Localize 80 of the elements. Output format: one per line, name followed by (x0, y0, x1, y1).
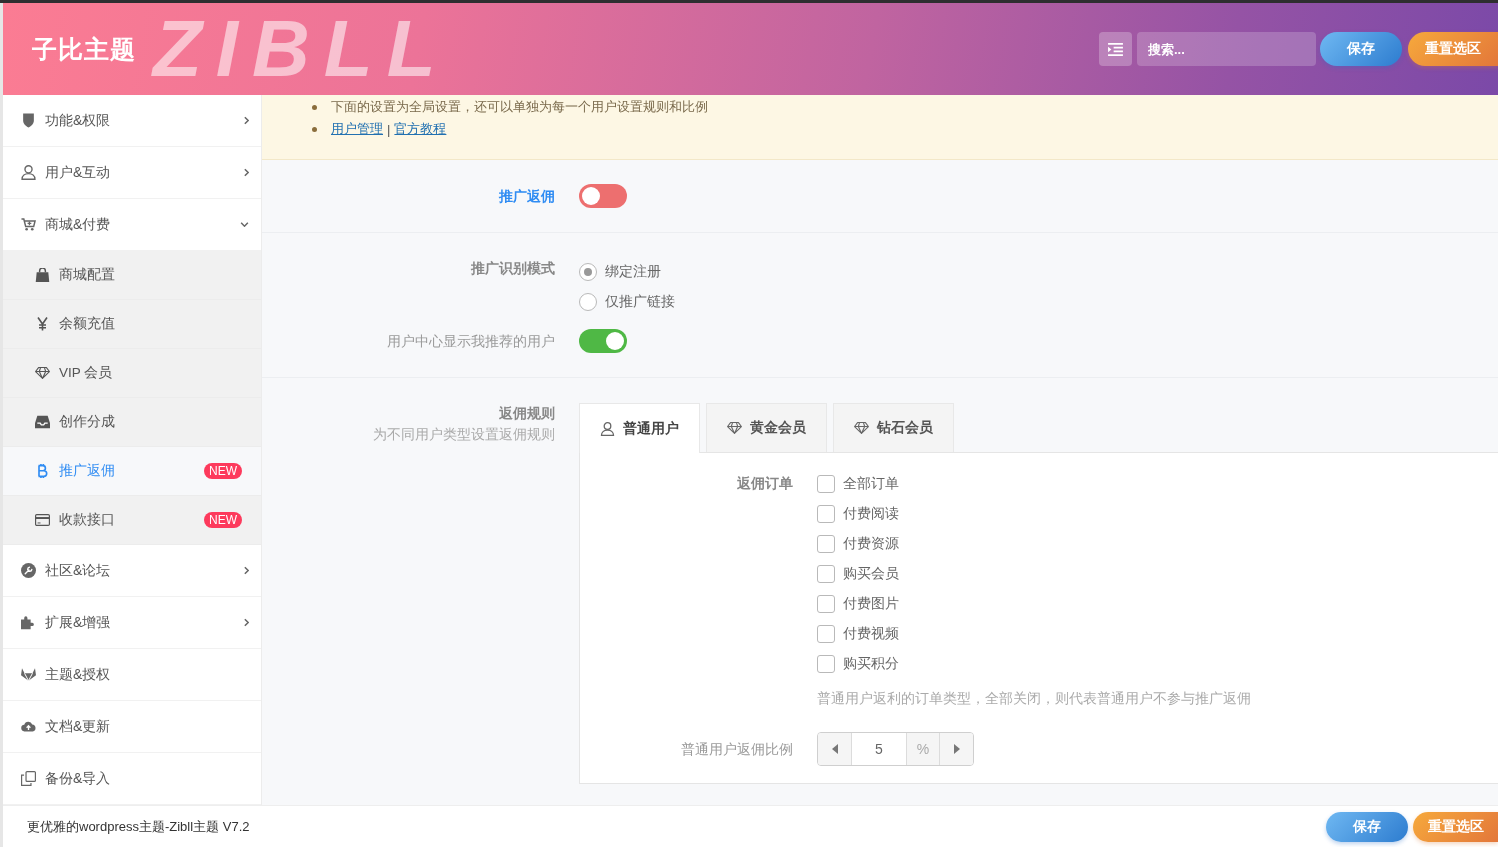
toggle-switch[interactable] (579, 329, 627, 353)
puzzle-icon (21, 615, 36, 630)
option-label: 付费图片 (843, 595, 899, 613)
background-lettering: ZIBLL (153, 9, 450, 89)
shield-icon (21, 113, 36, 128)
option-label: 付费阅读 (843, 505, 899, 523)
field-label: 推广返佣 (499, 187, 555, 206)
logo-text: 子比主题 (32, 33, 136, 65)
caret-left-icon (831, 744, 838, 754)
number-spinner[interactable]: 5 % (817, 732, 974, 766)
checkbox[interactable] (817, 565, 835, 583)
sidebar-item[interactable]: 功能&权限 (3, 95, 261, 147)
field-label: 普通用户返佣比例 (681, 741, 793, 757)
diamond-icon (727, 421, 742, 435)
yen-icon (35, 317, 50, 331)
sidebar-item[interactable]: 社区&论坛 (3, 545, 261, 597)
credit-card-icon (35, 513, 50, 527)
increment-button[interactable] (940, 733, 973, 765)
footer-text: 更优雅的wordpress主题-Zibll主题 V7.2 (27, 817, 250, 836)
new-badge: NEW (204, 512, 242, 528)
bullet-icon (312, 126, 317, 132)
tab[interactable]: 钻石会员 (833, 403, 954, 452)
cloud-upload-icon (21, 719, 36, 734)
sidebar-item[interactable]: 用户&互动 (3, 147, 261, 199)
option-label: 付费视频 (843, 625, 899, 643)
unit-label: % (907, 733, 940, 765)
tab[interactable]: 黄金会员 (706, 403, 827, 452)
checkbox[interactable] (817, 655, 835, 673)
help-text: 普通用户返利的订单类型，全部关闭，则代表普通用户不参与推广返佣 (817, 689, 1252, 708)
fox-icon (21, 667, 36, 682)
diamond-icon (35, 366, 50, 380)
checkbox[interactable] (817, 535, 835, 553)
option-label: 仅推广链接 (605, 293, 675, 311)
option-label: 全部订单 (843, 475, 899, 493)
sidebar-subitem[interactable]: 商城配置 (3, 251, 261, 300)
field-label: 推广识别模式 (471, 259, 555, 278)
sidebar-item[interactable]: 主题&授权 (3, 649, 261, 701)
new-badge: NEW (204, 463, 242, 479)
decrement-button[interactable] (818, 733, 851, 765)
bullet-icon (312, 104, 317, 110)
user-icon (21, 165, 36, 180)
option-label: 购买会员 (843, 565, 899, 583)
cart-icon (21, 217, 36, 232)
indent-icon (1108, 42, 1123, 56)
sidebar-subitem[interactable]: VIP 会员 (3, 349, 261, 398)
shopping-bag-icon (35, 268, 50, 282)
menu-button[interactable] (1099, 32, 1132, 66)
checkbox[interactable] (817, 595, 835, 613)
link[interactable]: 用户管理 (331, 120, 383, 138)
link[interactable]: 官方教程 (394, 120, 447, 138)
sidebar-subitem[interactable]: 收款接口 NEW (3, 496, 261, 545)
option-label: 绑定注册 (605, 263, 661, 281)
wrench-circle-icon (21, 563, 36, 578)
checkbox[interactable] (817, 625, 835, 643)
tab[interactable]: 普通用户 (579, 403, 700, 453)
bitcoin-icon (35, 464, 50, 478)
checkbox[interactable] (817, 475, 835, 493)
sidebar-item[interactable]: 文档&更新 (3, 701, 261, 753)
caret-right-icon (953, 744, 960, 754)
radio-button[interactable] (579, 263, 597, 281)
field-description: 为不同用户类型设置返佣规则 (373, 425, 555, 444)
radio-button[interactable] (579, 293, 597, 311)
notice-text: 下面的设置为全局设置，还可以单独为每一个用户设置规则和比例 (331, 98, 708, 116)
sidebar-item[interactable]: 扩展&增强 (3, 597, 261, 649)
inbox-icon (35, 415, 50, 429)
checkbox[interactable] (817, 505, 835, 523)
sidebar-subitem[interactable]: 创作分成 (3, 398, 261, 447)
option-label: 购买积分 (843, 655, 899, 673)
diamond-icon (854, 421, 869, 435)
separator-text: | (387, 121, 391, 137)
toggle-switch[interactable] (579, 184, 627, 208)
number-field[interactable]: 5 (851, 733, 907, 765)
field-label: 返佣规则 (499, 404, 555, 423)
sidebar-subitem[interactable]: 推广返佣 NEW (3, 447, 261, 496)
sidebar-subitem[interactable]: 余额充值 (3, 300, 261, 349)
option-label: 付费资源 (843, 535, 899, 553)
user-icon (600, 421, 615, 436)
field-label: 返佣订单 (737, 475, 793, 491)
field-label: 用户中心显示我推荐的用户 (387, 332, 555, 351)
copy-icon (21, 771, 36, 786)
